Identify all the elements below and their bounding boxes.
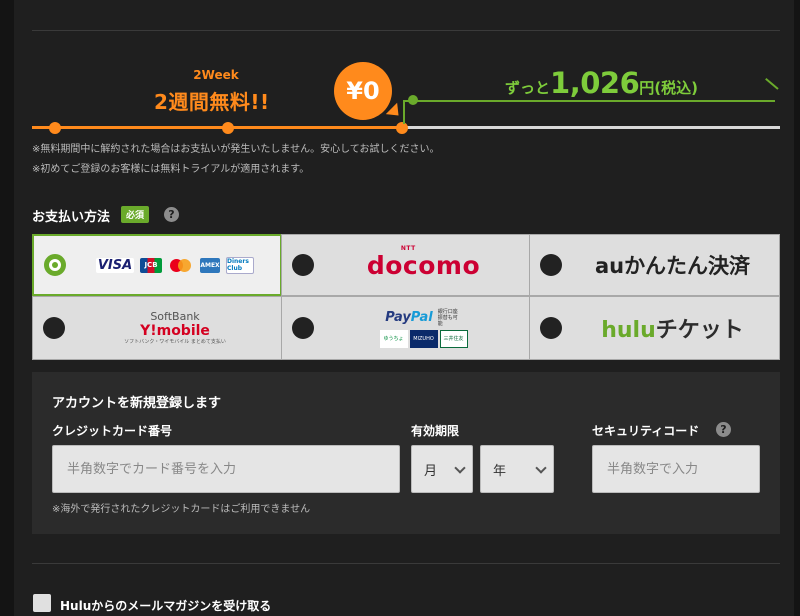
paypal-name: PayPal bbox=[385, 310, 432, 325]
timeline-dot-middle bbox=[222, 122, 234, 134]
chevron-down-icon bbox=[454, 462, 466, 474]
visa-logo: VISA bbox=[96, 257, 134, 273]
monthly-price: ずっと1,026円(税込) bbox=[505, 66, 698, 100]
required-badge: 必須 bbox=[121, 206, 150, 223]
week-label: 2Week bbox=[193, 68, 239, 82]
softbank-logo-wrap: SoftBank Y!mobile ソフトバンク・ワイモバイル まとめて支払い bbox=[73, 297, 277, 359]
security-help-icon[interactable]: ? bbox=[716, 422, 731, 437]
payment-help-icon[interactable]: ? bbox=[164, 207, 179, 222]
radio-docomo[interactable] bbox=[292, 254, 314, 276]
radio-hulu-ticket[interactable] bbox=[540, 317, 562, 339]
amex-logo: AMEX bbox=[200, 257, 220, 273]
radio-softbank[interactable] bbox=[43, 317, 65, 339]
paid-line-riser bbox=[403, 100, 405, 124]
timeline-dot-end bbox=[396, 122, 408, 134]
paypal-bank-note: 銀行口座 振替も可能 bbox=[437, 308, 458, 327]
radio-au[interactable] bbox=[540, 254, 562, 276]
au-logo-wrap: auかんたん決済 bbox=[570, 235, 775, 295]
hulu-ticket-logo-wrap: huluチケット bbox=[570, 297, 775, 359]
payment-method-title: お支払い方法 bbox=[32, 210, 111, 225]
trial-note-1: ※無料期間中に解約された場合はお支払いが発生いたしません。安心してお試しください… bbox=[32, 144, 440, 155]
smbc-logo: 三井住友 bbox=[439, 329, 468, 348]
softbank-label: SoftBank bbox=[150, 310, 200, 323]
card-number-input[interactable] bbox=[52, 445, 400, 493]
overseas-card-note: ※海外で発行されたクレジットカードはご利用できません bbox=[52, 504, 311, 515]
paypal-pay: Pay bbox=[385, 310, 411, 325]
docomo-label: docomo bbox=[366, 250, 481, 280]
paypal-logo: PayPal 銀行口座 振替も可能 ゆうちょ MIZUHO 三井住友 bbox=[379, 309, 469, 348]
price-amount: 1,026 bbox=[550, 66, 640, 100]
paid-line-dot bbox=[408, 95, 418, 105]
zero-price-bubble: ¥0 bbox=[334, 62, 392, 120]
security-code-input[interactable] bbox=[592, 445, 760, 493]
account-form-title: アカウントを新規登録します bbox=[52, 396, 222, 411]
jcb-logo: JCB bbox=[140, 257, 162, 273]
bank-logos: ゆうちょ MIZUHO 三井住友 bbox=[379, 329, 469, 348]
ticket-label: チケット bbox=[655, 318, 744, 343]
ymobile-label: Y!mobile bbox=[140, 323, 210, 339]
paypal-pal: Pal bbox=[410, 310, 433, 325]
mastercard-logo bbox=[168, 258, 194, 273]
credit-card-logos: VISA JCB AMEX Diners Club bbox=[74, 236, 276, 294]
newsletter-checkbox[interactable] bbox=[33, 594, 51, 612]
docomo-logo: NTT docomo bbox=[366, 245, 481, 280]
yucho-logo: ゆうちょ bbox=[379, 329, 408, 348]
payment-option-softbank[interactable]: SoftBank Y!mobile ソフトバンク・ワイモバイル まとめて支払い bbox=[32, 296, 282, 360]
paypal-top: PayPal 銀行口座 振替も可能 bbox=[385, 309, 461, 327]
diners-logo: Diners Club bbox=[226, 256, 254, 274]
softbank-sub-label: ソフトバンク・ワイモバイル まとめて支払い bbox=[124, 339, 226, 345]
payment-option-hulu-ticket[interactable]: huluチケット bbox=[529, 296, 780, 360]
payment-option-au[interactable]: auかんたん決済 bbox=[529, 234, 780, 296]
chevron-down-icon bbox=[535, 462, 547, 474]
hulu-ticket-logo: huluチケット bbox=[601, 312, 744, 344]
au-logo: auかんたん決済 bbox=[595, 250, 750, 280]
section-divider bbox=[32, 563, 780, 564]
payment-option-docomo[interactable]: NTT docomo bbox=[281, 234, 530, 296]
timeline-free-segment bbox=[32, 126, 402, 129]
radio-paypal[interactable] bbox=[292, 317, 314, 339]
expiry-label: 有効期限 bbox=[411, 424, 460, 438]
paid-line bbox=[403, 100, 775, 102]
expiry-year-select[interactable]: 年 bbox=[480, 445, 554, 493]
top-divider bbox=[32, 30, 780, 31]
newsletter-label[interactable]: Huluからのメールマガジンを受け取る bbox=[60, 597, 271, 614]
timeline-dot-start bbox=[49, 122, 61, 134]
trial-note-2: ※初めてご登録のお客様には無料トライアルが適用されます。 bbox=[32, 164, 310, 175]
expiry-month-value: 月 bbox=[424, 463, 438, 479]
au-label-b: かんたん決済 bbox=[624, 254, 751, 278]
docomo-logo-wrap: NTT docomo bbox=[322, 235, 525, 295]
price-prefix: ずっと bbox=[505, 79, 551, 97]
expiry-month-select[interactable]: 月 bbox=[411, 445, 473, 493]
payment-option-credit-card[interactable]: VISA JCB AMEX Diners Club bbox=[32, 234, 282, 296]
card-number-label: クレジットカード番号 bbox=[52, 424, 173, 438]
ntt-mark: NTT bbox=[400, 244, 416, 252]
au-label-a: au bbox=[594, 254, 625, 278]
radio-credit-card[interactable] bbox=[44, 254, 66, 276]
expiry-year-value: 年 bbox=[493, 463, 507, 479]
paypal-logo-wrap: PayPal 銀行口座 振替も可能 ゆうちょ MIZUHO 三井住友 bbox=[322, 297, 525, 359]
payment-option-paypal[interactable]: PayPal 銀行口座 振替も可能 ゆうちょ MIZUHO 三井住友 bbox=[281, 296, 530, 360]
hulu-label: hulu bbox=[601, 318, 656, 343]
payment-options-grid: VISA JCB AMEX Diners Club NTT docomo auかん… bbox=[32, 234, 780, 360]
softbank-logo: SoftBank Y!mobile ソフトバンク・ワイモバイル まとめて支払い bbox=[124, 311, 226, 345]
mizuho-logo: MIZUHO bbox=[409, 329, 438, 348]
security-code-label: セキュリティコード bbox=[592, 424, 700, 438]
free-period-label: 2週間無料!! bbox=[154, 90, 270, 114]
price-suffix: 円(税込) bbox=[639, 79, 698, 97]
